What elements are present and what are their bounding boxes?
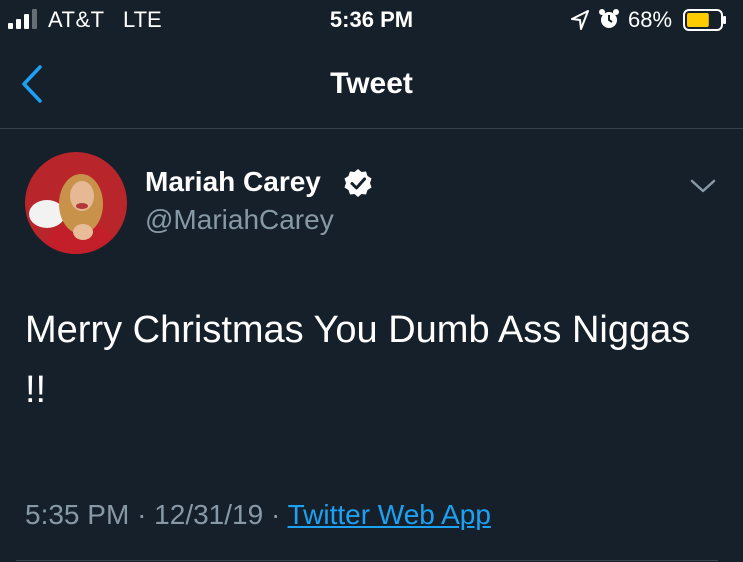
nav-bar: Tweet <box>0 40 743 129</box>
battery-icon <box>683 9 726 31</box>
divider <box>16 560 718 561</box>
tweet-meta: 5:35 PM · 12/31/19 · Twitter Web App <box>25 499 491 531</box>
location-arrow-icon <box>571 10 589 30</box>
tweet-time: 5:35 PM <box>25 499 130 530</box>
alarm-clock-icon <box>599 9 619 28</box>
avatar[interactable] <box>25 152 127 254</box>
tweet-text: Merry Christmas You Dumb Ass Niggas !! <box>25 309 691 411</box>
tweet-source-link[interactable]: Twitter Web App <box>288 499 491 530</box>
chevron-down-icon <box>690 179 716 193</box>
author-name[interactable]: Mariah Carey <box>145 166 321 198</box>
avatar-image <box>25 152 127 254</box>
meta-separator: · <box>137 499 147 530</box>
battery-percent: 68% <box>628 7 673 32</box>
tweet-menu-button[interactable] <box>688 174 718 198</box>
author-handle[interactable]: @MariahCarey <box>145 204 334 236</box>
meta-separator: · <box>270 499 281 530</box>
tweet-date: 12/31/19 <box>154 499 264 530</box>
status-bar: AT&T LTE 5:36 PM 68% <box>0 0 743 40</box>
page-title: Tweet <box>330 67 413 100</box>
verified-badge-icon <box>344 169 372 197</box>
